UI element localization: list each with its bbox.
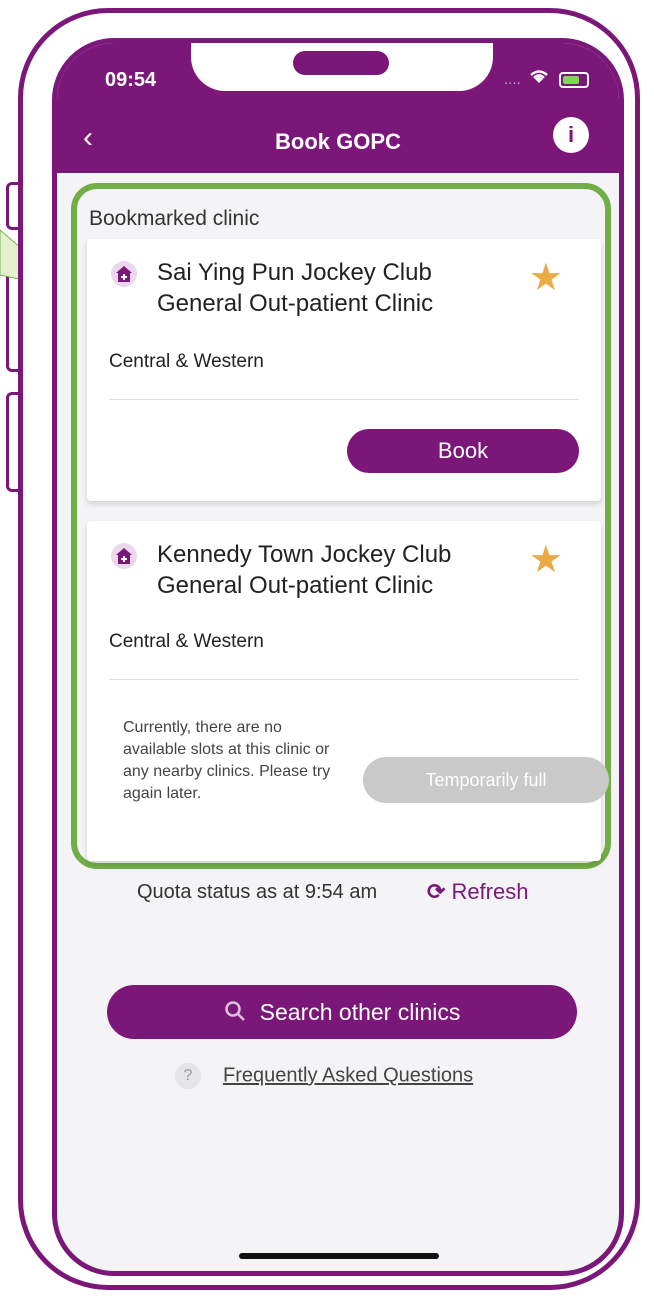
no-slots-message: Currently, there are no available slots … bbox=[123, 719, 331, 802]
status-time: 09:54 bbox=[105, 69, 157, 91]
clinic-name: Kennedy Town Jockey Club General Out-pat… bbox=[157, 541, 452, 599]
refresh-icon: ⟳ bbox=[427, 879, 446, 904]
clinic-icon bbox=[111, 543, 137, 569]
clinic-card: Kennedy Town Jockey Club General Out-pat… bbox=[87, 521, 609, 861]
phone-screen: 09:54 .... ‹ Book GOPC i Bookmarked clin… bbox=[52, 38, 624, 1276]
speaker-pill bbox=[293, 51, 389, 75]
faq-link[interactable]: Frequently Asked Questions bbox=[223, 1065, 473, 1087]
refresh-label: Refresh bbox=[451, 879, 529, 904]
app-header: 09:54 .... ‹ Book GOPC i bbox=[57, 43, 619, 173]
home-indicator bbox=[239, 1253, 439, 1259]
battery-icon bbox=[559, 72, 589, 89]
star-icon[interactable]: ★ bbox=[529, 541, 563, 579]
clinic-name: Sai Ying Pun Jockey Club General Out-pat… bbox=[157, 259, 434, 317]
clinic-card: Sai Ying Pun Jockey Club General Out-pat… bbox=[87, 239, 601, 501]
info-button[interactable]: i bbox=[553, 117, 589, 153]
bookmarked-section: Bookmarked clinic Sai Ying Pun Jockey Cl… bbox=[71, 183, 611, 869]
wifi-icon bbox=[529, 69, 549, 89]
clinic-district: Central & Western bbox=[109, 631, 264, 652]
search-other-clinics-button[interactable]: Search other clinics bbox=[107, 985, 577, 1039]
divider bbox=[109, 679, 579, 680]
search-button-label: Search other clinics bbox=[259, 999, 461, 1025]
clinic-icon bbox=[111, 261, 137, 287]
clinic-district: Central & Western bbox=[109, 351, 264, 372]
signal-dots: .... bbox=[503, 71, 521, 88]
section-label: Bookmarked clinic bbox=[89, 207, 260, 230]
status-icons: .... bbox=[504, 69, 589, 89]
search-icon bbox=[224, 987, 246, 1041]
book-button[interactable]: Book bbox=[347, 429, 579, 473]
temporarily-full-button: Temporarily full bbox=[363, 757, 609, 803]
divider bbox=[109, 399, 579, 400]
help-icon: ? bbox=[175, 1063, 201, 1089]
star-icon[interactable]: ★ bbox=[529, 259, 563, 297]
refresh-button[interactable]: ⟳ Refresh bbox=[427, 879, 528, 905]
page-title: Book GOPC bbox=[275, 129, 401, 154]
quota-status: Quota status as at 9:54 am bbox=[137, 881, 378, 903]
faq-row: ? Frequently Asked Questions bbox=[175, 1063, 473, 1089]
